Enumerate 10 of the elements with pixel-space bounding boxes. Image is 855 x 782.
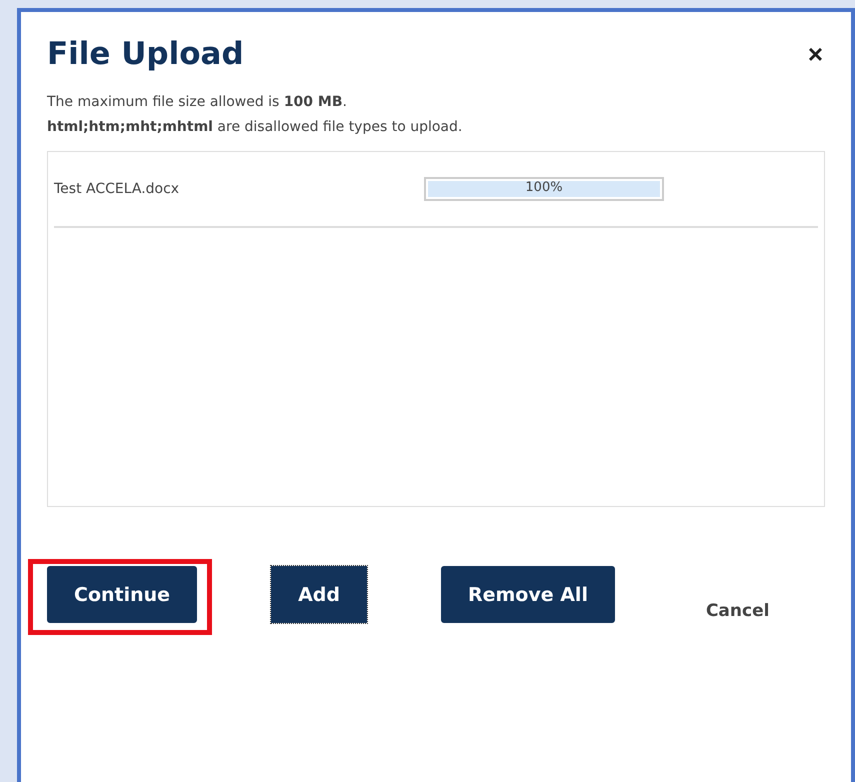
info-text: The maximum file size allowed is 100 MB. xyxy=(47,94,348,110)
info-text: html;htm;mht;mhtml are disallowed file types to upload. xyxy=(47,119,464,135)
action-button[interactable]: Add xyxy=(271,566,367,623)
cancel-link[interactable]: Cancel xyxy=(700,600,776,622)
file-name: Test ACCELA.docx xyxy=(54,181,180,197)
action-button[interactable]: Continue xyxy=(47,566,198,623)
close-button[interactable]: × xyxy=(806,38,825,70)
progress-text: 100% xyxy=(524,180,564,196)
dialog-title: File Upload xyxy=(47,36,244,72)
action-button[interactable]: Remove All xyxy=(440,566,615,623)
